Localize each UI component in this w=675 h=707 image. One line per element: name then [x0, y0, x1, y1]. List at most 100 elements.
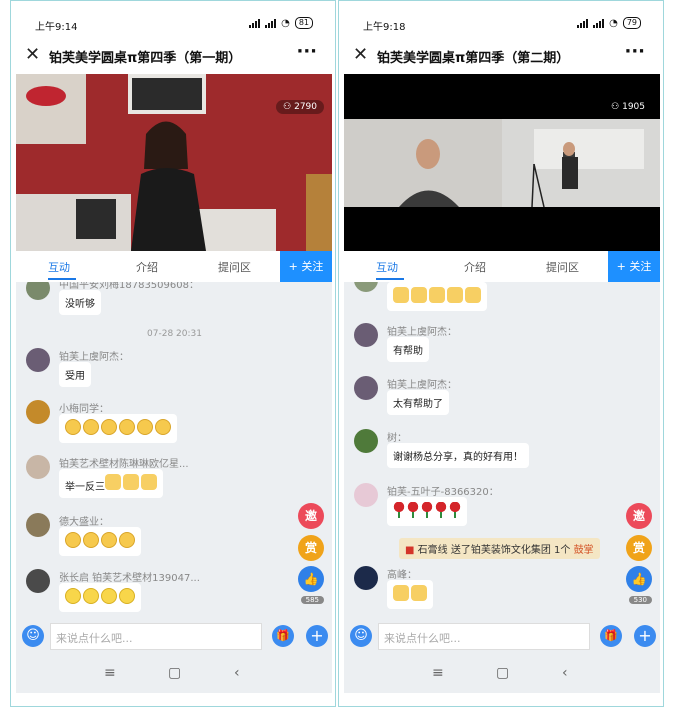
status-bar: 上午9:14 ◔ 81 [11, 15, 335, 35]
title-bar: ✕ 铂芙美学圆桌π第四季（第二期） ··· [339, 41, 663, 71]
gift-icon: ■ [405, 545, 415, 556]
emoji-row [393, 585, 427, 601]
tab-interact[interactable]: 互动 [48, 259, 70, 275]
chat-bubble [59, 527, 141, 556]
back-icon[interactable]: ‹ [234, 665, 240, 681]
reward-button[interactable]: 赏 [298, 535, 324, 561]
emoji-row [65, 588, 135, 604]
more-icon[interactable]: ··· [624, 41, 645, 62]
close-icon[interactable]: ✕ [353, 44, 368, 65]
follow-button[interactable]: + 关注 [608, 251, 660, 282]
signal-icon [265, 18, 277, 28]
tab-questions[interactable]: 提问区 [218, 259, 251, 275]
avatar [26, 282, 50, 300]
tab-bar: 互动 介绍 提问区 + 关注 [344, 251, 660, 282]
input-bar: ☺ 来说点什么吧... 🎁 + [344, 617, 660, 657]
close-icon[interactable]: ✕ [25, 44, 40, 65]
plus-icon[interactable]: + [634, 625, 656, 647]
live-video[interactable]: ⚇ 1905 [344, 74, 660, 251]
gift-icon[interactable]: 🎁 [600, 625, 622, 647]
pray-emoji-icon [119, 419, 135, 435]
emoji-row [65, 419, 171, 435]
rose-emoji-icon [421, 502, 433, 518]
chat-username: 铂芙-五叶子-8366320： [387, 487, 499, 498]
signal-icon [593, 18, 605, 28]
invite-button[interactable]: 邀 [626, 503, 652, 529]
pray-emoji-icon [65, 419, 81, 435]
emoji-row [105, 474, 157, 490]
rose-emoji-icon [449, 502, 461, 518]
menu-icon[interactable]: ≡ [432, 665, 444, 681]
battery-icon: 81 [294, 17, 313, 29]
tab-intro[interactable]: 介绍 [464, 259, 486, 275]
avatar [26, 348, 50, 372]
avatar [354, 483, 378, 507]
tab-interact[interactable]: 互动 [376, 259, 398, 275]
home-icon[interactable]: ▢ [168, 665, 181, 681]
status-time: 上午9:18 [363, 22, 406, 33]
smile-emoji-icon [119, 588, 135, 604]
like-button[interactable]: 👍 [626, 566, 652, 592]
live-video[interactable]: ⚇ 2790 [16, 74, 332, 251]
plus-icon[interactable]: + [306, 625, 328, 647]
pray-emoji-icon [119, 532, 135, 548]
gift-text: 石膏线 送了铂芙装饰文化集团 1个 [417, 545, 571, 556]
comment-input[interactable]: 来说点什么吧... [378, 623, 590, 650]
thumb-emoji-icon [465, 287, 481, 303]
chat-text: 举一反三 [65, 482, 105, 493]
emoji-icon[interactable]: ☺ [350, 625, 372, 647]
pray-emoji-icon [155, 419, 171, 435]
chat-username: 铂芙上虞阿杰： [387, 327, 457, 338]
chat-bubble [387, 282, 487, 311]
chat-list[interactable]: 铂芙上虞阿杰： 有帮助 铂芙上虞阿杰： 太有帮助了 树： 谢谢杨总分享，真的好有… [344, 282, 660, 617]
thumb-emoji-icon [411, 287, 427, 303]
chat-bubble [387, 580, 433, 609]
avatar [26, 569, 50, 593]
more-icon[interactable]: ··· [296, 41, 317, 62]
chat-bubble [59, 583, 141, 612]
menu-icon[interactable]: ≡ [104, 665, 116, 681]
wifi-icon: ◔ [281, 17, 290, 29]
chat-bubble: 有帮助 [387, 337, 429, 362]
like-button[interactable]: 👍 [298, 566, 324, 592]
back-icon[interactable]: ‹ [562, 665, 568, 681]
avatar [354, 566, 378, 590]
chat-bubble: 受用 [59, 362, 91, 387]
wifi-icon: ◔ [609, 17, 618, 29]
pray-emoji-icon [65, 532, 81, 548]
chat-username: 铂芙艺术壁材陈琳琳欧亿星... [59, 459, 189, 470]
home-icon[interactable]: ▢ [496, 665, 509, 681]
emoji-row [65, 532, 135, 548]
follow-button[interactable]: + 关注 [280, 251, 332, 282]
emoji-row [393, 287, 481, 303]
chat-bubble: 举一反三 [59, 469, 163, 498]
comment-input[interactable]: 来说点什么吧... [50, 623, 262, 650]
smile-emoji-icon [65, 588, 81, 604]
chat-bubble: 太有帮助了 [387, 390, 449, 415]
tab-indicator [376, 278, 404, 280]
system-nav-bar: ≡ ▢ ‹ [344, 657, 660, 693]
thumb-emoji-icon [141, 474, 157, 490]
thumb-emoji-icon [123, 474, 139, 490]
avatar [26, 455, 50, 479]
battery-icon: 79 [622, 17, 641, 29]
avatar [354, 376, 378, 400]
phone-screen-left: 上午9:14 ◔ 81 ✕ 铂芙美学圆桌π第四季（第一期） ··· ⚇ 2790 [10, 0, 336, 707]
reward-button[interactable]: 赏 [626, 535, 652, 561]
emoji-row [393, 502, 461, 518]
title-bar: ✕ 铂芙美学圆桌π第四季（第一期） ··· [11, 41, 335, 71]
gift-icon[interactable]: 🎁 [272, 625, 294, 647]
rose-emoji-icon [407, 502, 419, 518]
pray-emoji-icon [101, 532, 117, 548]
signal-icon [577, 18, 589, 28]
avatar [354, 429, 378, 453]
chat-list[interactable]: 中国平安刘梅18783509608： 没听够 07-28 20:31 铂芙上虞阿… [16, 282, 332, 617]
chat-username: 张长启 铂芙艺术壁材139047... [59, 573, 200, 584]
tab-intro[interactable]: 介绍 [136, 259, 158, 275]
emoji-icon[interactable]: ☺ [22, 625, 44, 647]
page-title: 铂芙美学圆桌π第四季（第一期） [49, 51, 242, 66]
tab-questions[interactable]: 提问区 [546, 259, 579, 275]
avatar [26, 513, 50, 537]
invite-button[interactable]: 邀 [298, 503, 324, 529]
chat-username: 铂芙上虞阿杰： [59, 352, 129, 363]
